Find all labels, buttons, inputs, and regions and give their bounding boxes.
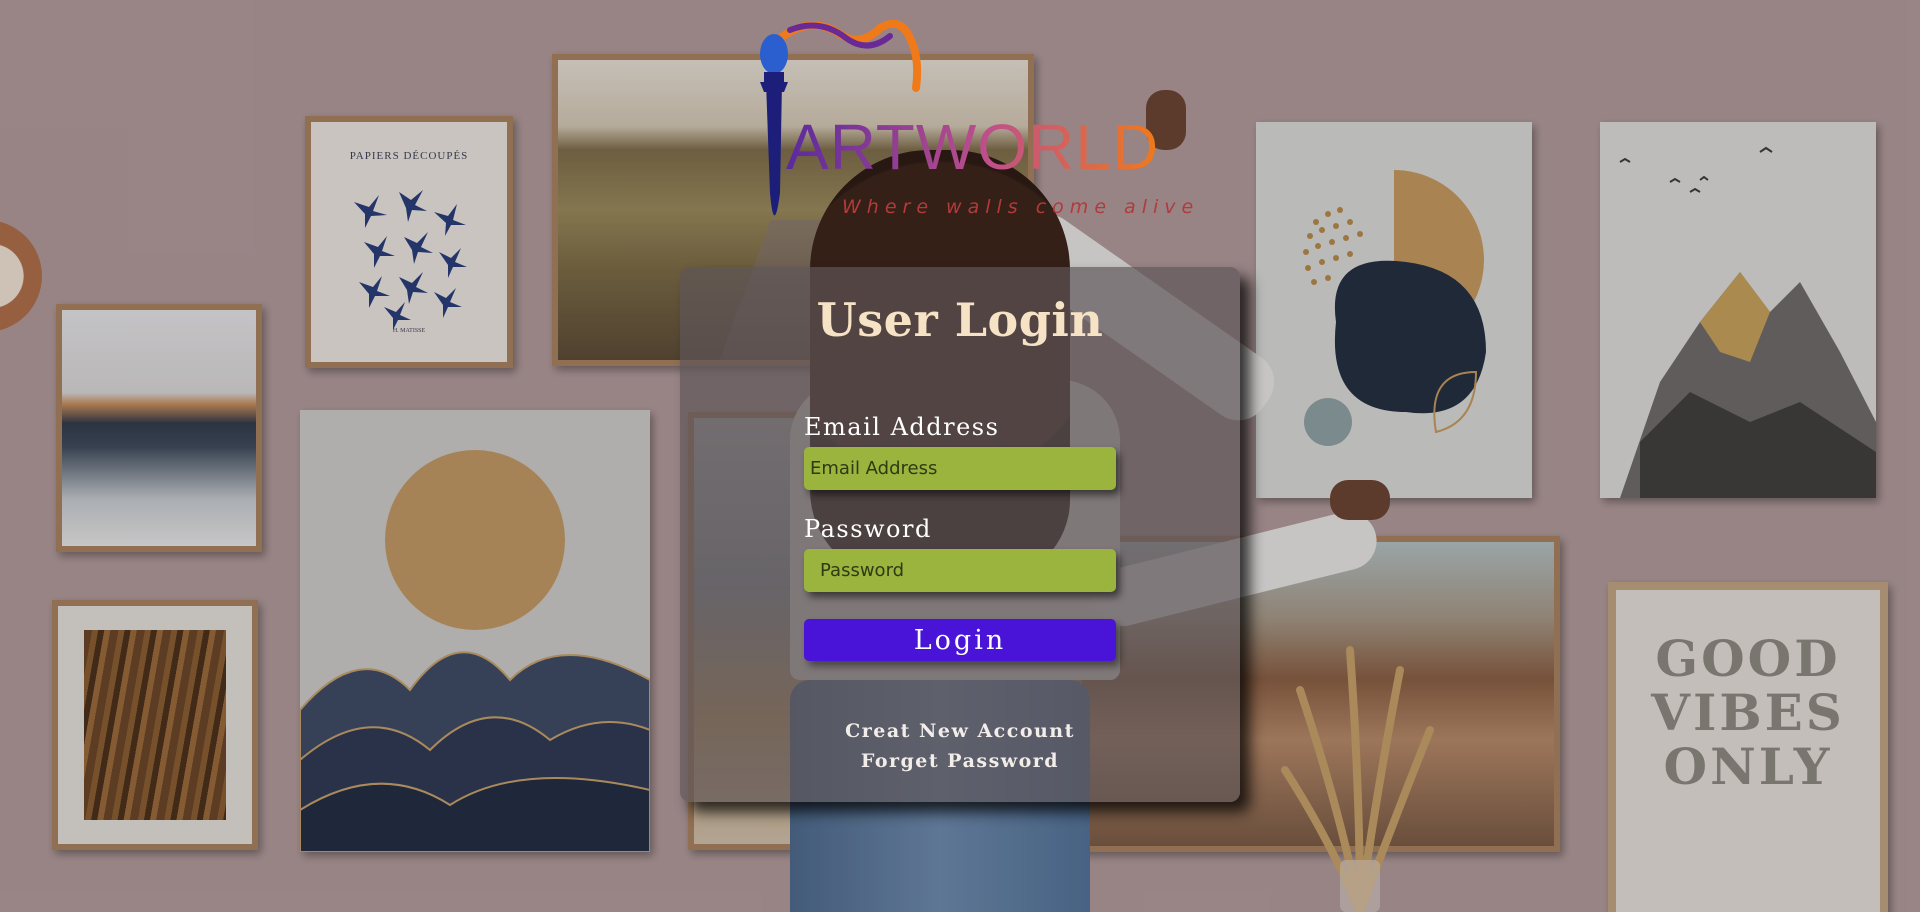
login-button[interactable]: Login [804, 619, 1116, 661]
password-input[interactable] [804, 549, 1116, 592]
password-label: Password [804, 515, 932, 543]
artworld-logo: ARTWORLD [750, 18, 1190, 263]
logo-wordmark: ARTWORLD [786, 111, 1160, 183]
login-card: User Login Email Address Password Login … [680, 267, 1240, 802]
login-page: PAPIERS DÉCOUPÉS H. MATISSE GOOD VIBES O… [0, 0, 1920, 912]
email-label: Email Address [804, 413, 1000, 441]
email-input[interactable] [804, 447, 1116, 490]
forgot-password-link[interactable]: Forget Password [680, 750, 1240, 772]
create-account-link[interactable]: Creat New Account [680, 720, 1240, 742]
logo-tagline: Where walls come alive [842, 196, 1200, 218]
login-title: User Login [816, 293, 1104, 347]
